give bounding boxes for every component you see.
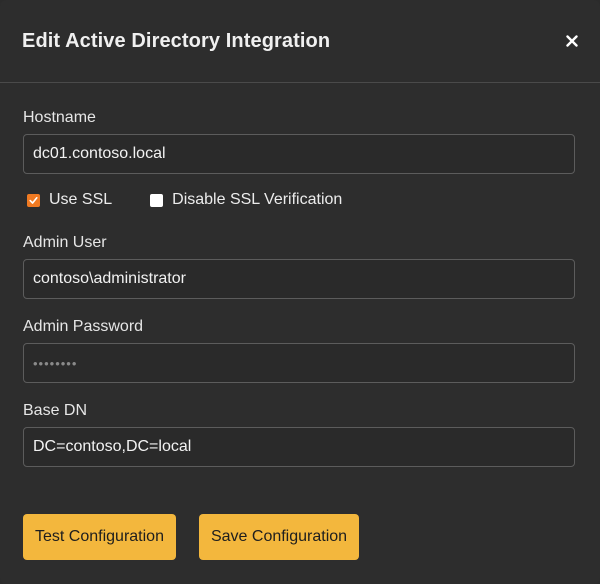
admin-user-input[interactable]: [23, 259, 575, 299]
hostname-input[interactable]: [23, 134, 575, 174]
base-dn-label: Base DN: [23, 402, 88, 419]
ssl-options: Use SSL Disable SSL Verification: [23, 190, 575, 210]
dialog-header: Edit Active Directory Integration: [0, 0, 600, 83]
close-icon: [566, 35, 578, 47]
dialog-actions: Test Configuration Save Configuration: [23, 514, 382, 560]
close-button[interactable]: [558, 27, 586, 55]
admin-password-input[interactable]: [23, 343, 575, 383]
edit-ad-integration-dialog: Edit Active Directory Integration Hostna…: [0, 0, 600, 584]
dialog-body: Hostname Use SSL Disable SSL Verificatio…: [0, 83, 600, 467]
test-configuration-button[interactable]: Test Configuration: [23, 514, 176, 560]
base-dn-input[interactable]: [23, 427, 575, 467]
disable-ssl-verification-checkbox[interactable]: Disable SSL Verification: [146, 191, 342, 209]
admin-password-label: Admin Password: [23, 318, 144, 335]
use-ssl-checkbox[interactable]: Use SSL: [23, 191, 112, 209]
hostname-group: Hostname: [23, 109, 575, 174]
use-ssl-label: Use SSL: [49, 191, 113, 208]
admin-user-group: Admin User: [23, 234, 575, 299]
save-configuration-button[interactable]: Save Configuration: [198, 514, 360, 560]
base-dn-group: Base DN: [23, 402, 575, 467]
checkbox-unchecked-icon: [150, 193, 164, 207]
dialog-title: Edit Active Directory Integration: [22, 29, 331, 52]
admin-user-label: Admin User: [23, 234, 107, 251]
disable-ssl-verification-label: Disable SSL Verification: [172, 191, 343, 208]
hostname-label: Hostname: [23, 109, 96, 126]
checkbox-checked-icon: [27, 193, 40, 207]
admin-password-group: Admin Password: [23, 318, 575, 383]
